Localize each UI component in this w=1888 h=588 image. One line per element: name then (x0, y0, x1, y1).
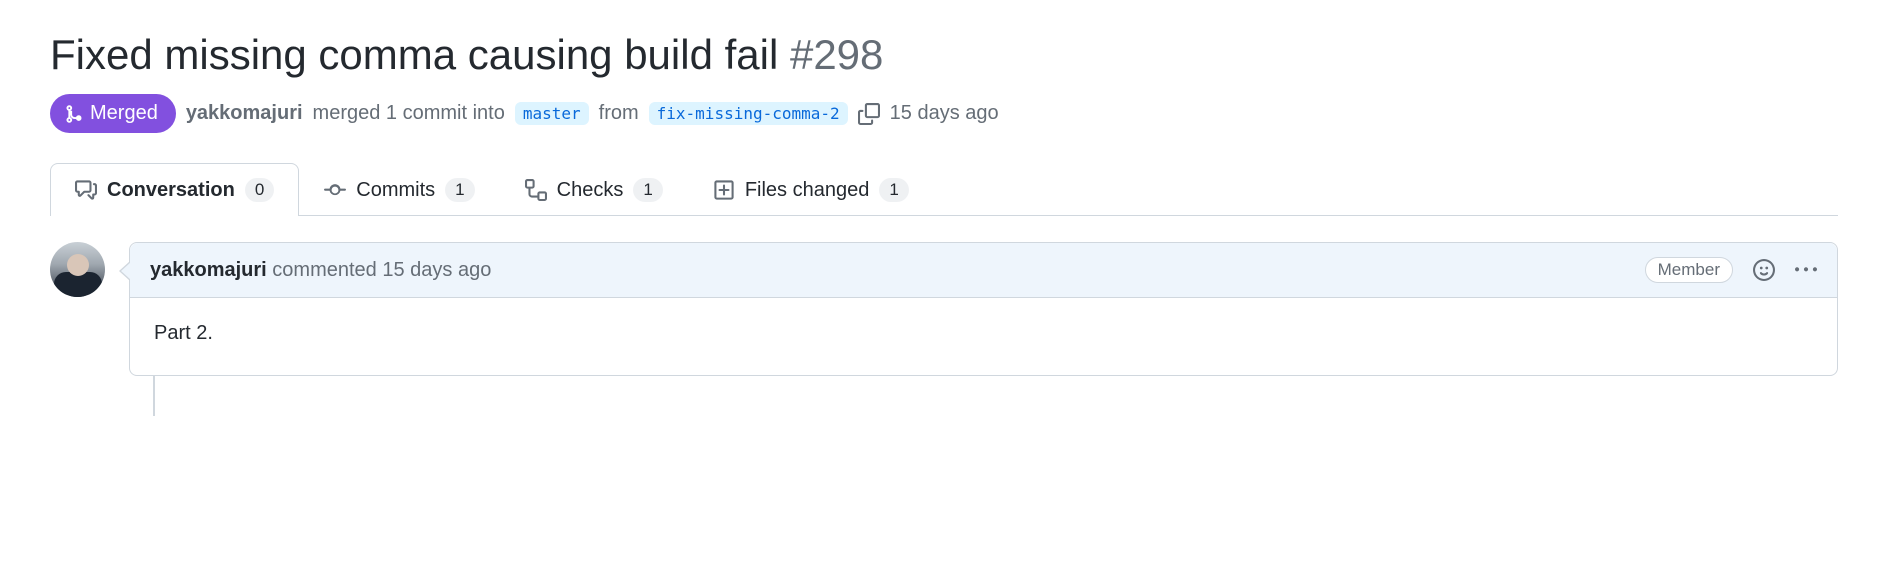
tab-conversation-label: Conversation (107, 179, 235, 202)
conversation-icon (75, 179, 97, 201)
emoji-icon[interactable] (1753, 259, 1775, 281)
tab-commits[interactable]: Commits 1 (299, 163, 499, 216)
role-badge: Member (1645, 257, 1733, 283)
author-link[interactable]: yakkomajuri (186, 102, 303, 125)
comment-box: yakkomajuri commented 15 days ago Member… (129, 242, 1838, 376)
tab-checks[interactable]: Checks 1 (500, 163, 688, 216)
merge-text-2: from (599, 102, 639, 125)
pr-meta-row: Merged yakkomajuri merged 1 commit into … (50, 94, 1838, 133)
tab-commits-label: Commits (356, 179, 435, 202)
pr-number: #298 (790, 31, 883, 78)
timeline: yakkomajuri commented 15 days ago Member… (50, 242, 1838, 376)
merge-text-1: merged 1 commit into (313, 102, 505, 125)
kebab-icon[interactable] (1795, 259, 1817, 281)
pr-title-text: Fixed missing comma causing build fail (50, 31, 778, 78)
comment-action: commented (272, 259, 377, 281)
commits-icon (324, 179, 346, 201)
pr-container: Fixed missing comma causing build fail #… (0, 0, 1888, 416)
tab-commits-count: 1 (445, 178, 474, 202)
comment-header-left: yakkomajuri commented 15 days ago (150, 259, 491, 282)
head-branch-tag[interactable]: fix-missing-comma-2 (649, 102, 848, 125)
merge-when: 15 days ago (890, 102, 999, 125)
checks-icon (525, 179, 547, 201)
tab-checks-label: Checks (557, 179, 624, 202)
tab-conversation-count: 0 (245, 178, 274, 202)
merge-icon (64, 104, 84, 124)
copy-icon[interactable] (858, 103, 880, 125)
tab-files-changed[interactable]: Files changed 1 (688, 163, 934, 216)
state-badge-merged: Merged (50, 94, 176, 133)
timeline-rail (153, 376, 1838, 416)
tab-conversation[interactable]: Conversation 0 (50, 163, 299, 216)
tab-checks-count: 1 (633, 178, 662, 202)
comment-when[interactable]: 15 days ago (382, 259, 491, 281)
tabs: Conversation 0 Commits 1 Checks 1 Files … (50, 163, 1838, 216)
tab-files-count: 1 (879, 178, 908, 202)
avatar[interactable] (50, 242, 105, 297)
files-icon (713, 179, 735, 201)
tab-files-label: Files changed (745, 179, 870, 202)
comment-header: yakkomajuri commented 15 days ago Member (130, 243, 1837, 298)
comment-author[interactable]: yakkomajuri (150, 259, 267, 281)
base-branch-tag[interactable]: master (515, 102, 589, 125)
comment-body: Part 2. (130, 298, 1837, 375)
comment-header-right: Member (1645, 257, 1817, 283)
state-label: Merged (90, 102, 158, 125)
pr-title: Fixed missing comma causing build fail #… (50, 30, 1838, 80)
